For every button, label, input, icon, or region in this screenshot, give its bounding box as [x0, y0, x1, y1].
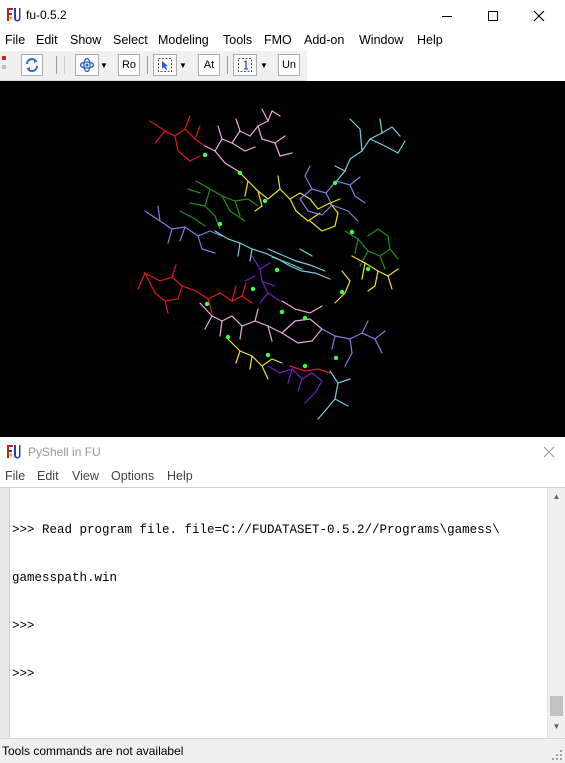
unit-mode-button[interactable]: [233, 54, 257, 76]
status-bar: Tools commands are not availabel: [0, 738, 565, 763]
fu-app-icon: [6, 7, 21, 22]
toolbar-separator: [56, 56, 57, 74]
molecule-render: [137, 108, 406, 420]
residue-purple-mid: [244, 255, 281, 304]
pyshell-menu-edit[interactable]: Edit: [37, 469, 59, 483]
toolbar-separator: [64, 56, 65, 74]
residue-lightblue-bottom: [317, 370, 351, 420]
menu-file[interactable]: File: [5, 33, 25, 47]
console-line: gamesspath.win: [12, 571, 118, 585]
console-line: >>>: [12, 667, 35, 681]
resize-grip-icon[interactable]: [551, 749, 563, 761]
select-mode-button[interactable]: [153, 54, 177, 76]
console-gutter: [0, 488, 10, 739]
main-toolbar: ▼ Ro ▼ At ▼ Un: [0, 51, 307, 81]
minimize-button[interactable]: [424, 0, 470, 31]
console-scrollbar[interactable]: ▲ ▼: [547, 488, 565, 739]
close-icon: [533, 10, 545, 21]
maximize-button[interactable]: [470, 0, 516, 31]
residue-green-right: [344, 228, 399, 270]
menu-edit[interactable]: Edit: [36, 33, 58, 47]
residue-lightblue-top: [334, 118, 406, 184]
maximize-icon: [488, 10, 498, 21]
select-atom-icon: [158, 58, 172, 72]
refresh-button[interactable]: [21, 54, 43, 76]
pyshell-menu-view[interactable]: View: [72, 469, 99, 483]
rotate-mode-button[interactable]: [75, 54, 99, 76]
pyshell-console[interactable]: >>> Read program file. file=C://FUDATASE…: [0, 487, 565, 739]
menu-show[interactable]: Show: [70, 33, 101, 47]
close-icon: [543, 446, 555, 458]
menu-fmo[interactable]: FMO: [264, 33, 292, 47]
pyshell-close-button[interactable]: [538, 441, 560, 463]
residue-yellow-right: [334, 255, 399, 304]
console-line: >>>: [12, 619, 35, 633]
pyshell-menu-help[interactable]: Help: [167, 469, 193, 483]
toolbar-grip[interactable]: [2, 56, 8, 76]
fu-app-icon: [6, 444, 21, 459]
residue-purple-bottom: [267, 365, 323, 404]
residue-lightblue-mid: [214, 230, 331, 280]
status-message: Tools commands are not availabel: [2, 744, 184, 758]
scroll-thumb[interactable]: [550, 696, 563, 716]
residue-violet-ring: [299, 165, 366, 222]
pyshell-menu-bar: File Edit View Options Help: [0, 467, 565, 487]
toolbar-separator: [227, 56, 228, 74]
unit-dropdown-arrow[interactable]: ▼: [258, 54, 270, 76]
residue-pink-bottom: [199, 300, 323, 344]
menu-select[interactable]: Select: [113, 33, 148, 47]
scroll-down-arrow[interactable]: ▼: [548, 718, 565, 735]
toolbar-separator: [147, 56, 148, 74]
rotate-dropdown-arrow[interactable]: ▼: [98, 54, 110, 76]
menu-help[interactable]: Help: [417, 33, 443, 47]
pyshell-title-bar: PyShell in FU: [0, 437, 565, 467]
refresh-icon: [26, 58, 38, 72]
select-dropdown-arrow[interactable]: ▼: [177, 54, 189, 76]
undo-label-button[interactable]: Un: [278, 54, 300, 76]
menu-window[interactable]: Window: [359, 33, 403, 47]
residue-yellow-bottom: [227, 338, 283, 380]
rotate-label-button[interactable]: Ro: [118, 54, 140, 76]
atom-label-button[interactable]: At: [198, 54, 220, 76]
menu-modeling[interactable]: Modeling: [158, 33, 209, 47]
window-title: fu-0.5.2: [26, 8, 67, 22]
residue-pink-top: [204, 108, 293, 172]
app-root: fu-0.5.2 File Edit Show Select Modeling …: [0, 0, 565, 763]
minimize-icon: [442, 15, 452, 17]
menu-tools[interactable]: Tools: [223, 33, 252, 47]
molecule-viewport[interactable]: [0, 81, 565, 437]
console-line: >>> Read program file. file=C://FUDATASE…: [12, 523, 500, 537]
residue-red-bottom: [289, 365, 331, 374]
residue-violet-bottom: [321, 320, 386, 367]
pyshell-menu-file[interactable]: File: [5, 469, 25, 483]
close-button[interactable]: [516, 0, 562, 31]
menu-add-on[interactable]: Add-on: [304, 33, 344, 47]
pyshell-title: PyShell in FU: [28, 445, 101, 459]
scroll-up-arrow[interactable]: ▲: [548, 488, 565, 505]
unit-selection-icon: [238, 58, 252, 72]
main-menu-bar: File Edit Show Select Modeling Tools FMO…: [0, 31, 565, 51]
residue-red-left: [137, 264, 253, 314]
residue-red-top: [149, 115, 206, 162]
console-output[interactable]: >>> Read program file. file=C://FUDATASE…: [12, 490, 542, 714]
residue-yellow-mid: [237, 170, 341, 232]
rotate-icon: [79, 57, 95, 73]
pyshell-menu-options[interactable]: Options: [111, 469, 154, 483]
main-title-bar: fu-0.5.2: [0, 0, 565, 31]
